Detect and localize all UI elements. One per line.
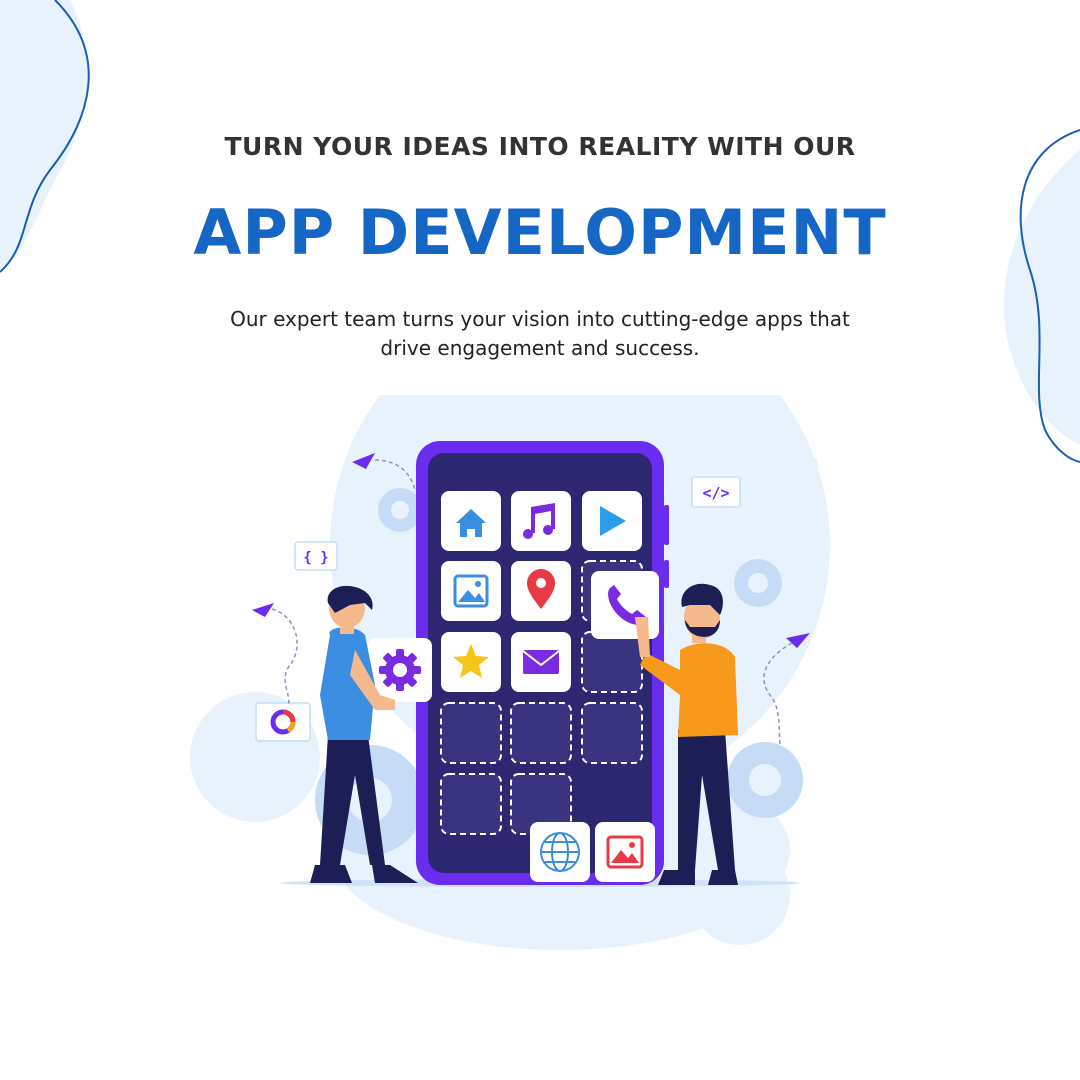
app-tile-image (441, 561, 501, 621)
page-title: APP DEVELOPMENT (193, 196, 887, 269)
app-tile-music (511, 491, 571, 551)
gear-decoration-bottom-right (727, 742, 803, 818)
subtitle: Our expert team turns your vision into c… (230, 307, 850, 360)
app-tile-mail (511, 632, 571, 692)
gear-decoration-left (378, 488, 422, 532)
app-tile-picture (595, 822, 655, 882)
gear-decoration-right (734, 559, 782, 607)
app-tile-phone-call (591, 571, 659, 639)
app-tile-home (441, 491, 501, 551)
app-tile-location (511, 561, 571, 621)
right-blob (1003, 150, 1080, 445)
braces-badge: { } (294, 541, 338, 571)
settings-icon (379, 649, 421, 691)
paper-plane-left (252, 603, 298, 706)
app-tile-star (441, 632, 501, 692)
donut-chart-badge (255, 702, 311, 742)
app-tile-globe (530, 822, 590, 882)
code-badge: </> (691, 476, 741, 508)
headline: TURN YOUR IDEAS INTO REALITY WITH OUR (224, 132, 856, 161)
code-badge-text: </> (702, 484, 729, 502)
app-development-illustration: </> { } (190, 395, 830, 950)
braces-badge-text: { } (303, 550, 328, 566)
mail-icon (522, 650, 560, 674)
app-tile-play (582, 491, 642, 551)
